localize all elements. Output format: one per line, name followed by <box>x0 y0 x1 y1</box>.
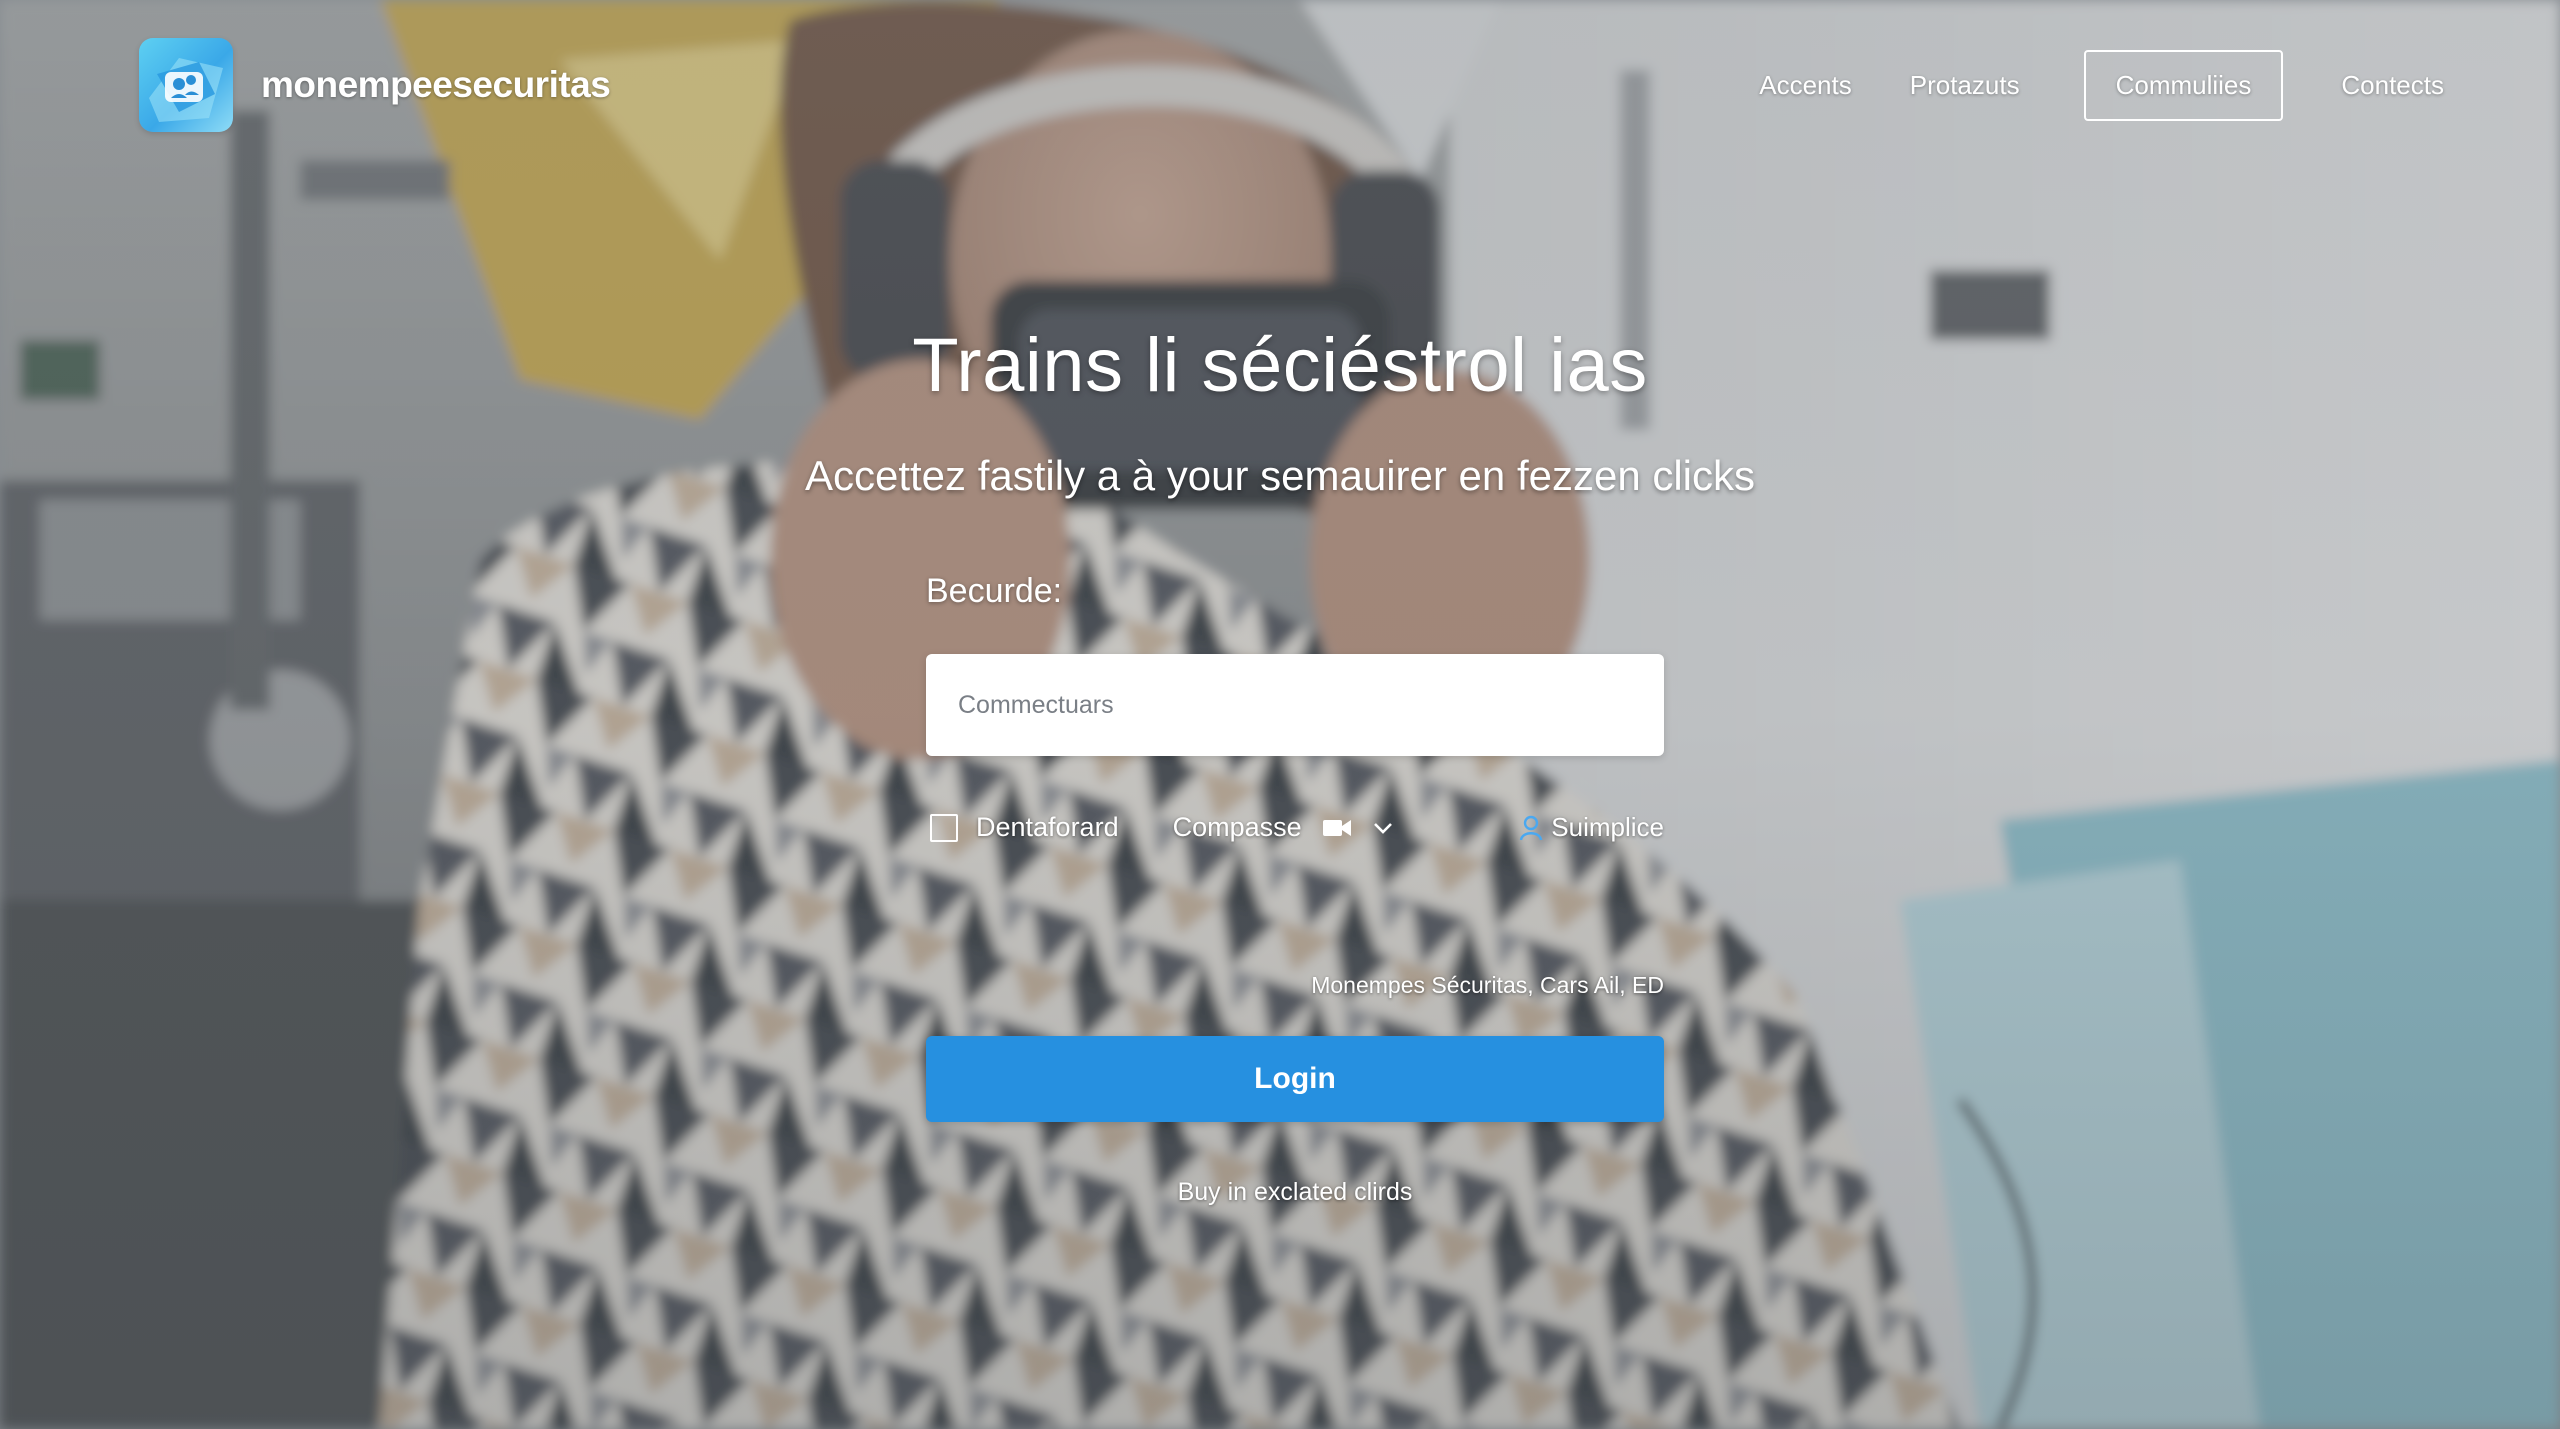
page-title: Trains li séciéstrol ias <box>912 323 1648 408</box>
dropdown-value: Compasse <box>1172 812 1302 842</box>
user-icon <box>1519 815 1543 841</box>
top-nav: Accents Protazuts Commuliies Contects <box>1759 50 2444 121</box>
bottom-link[interactable]: Buy in exclated clirds <box>926 1178 1664 1207</box>
chevron-down-icon <box>1372 821 1394 835</box>
nav-item-contects[interactable]: Contects <box>2341 58 2444 113</box>
options-row: Dentaforard Compasse Suimplice <box>930 812 1664 843</box>
brand[interactable]: monempeesecuritas <box>139 38 611 132</box>
credentials-input[interactable] <box>926 654 1664 756</box>
page-subtitle: Accettez fastily a à your semauirer en f… <box>804 452 1756 499</box>
video-camera-icon <box>1322 817 1352 839</box>
remember-label[interactable]: Dentaforard <box>976 812 1119 843</box>
suimplice-link-label: Suimplice <box>1551 812 1664 842</box>
nav-item-accents[interactable]: Accents <box>1759 58 1852 113</box>
suimplice-link[interactable]: Suimplice <box>1519 812 1664 843</box>
brand-name: monempeesecuritas <box>261 64 611 105</box>
nav-item-protazuts[interactable]: Protazuts <box>1910 58 2020 113</box>
login-button[interactable]: Login <box>926 1036 1664 1122</box>
company-footnote: Monempes Sécuritas, Cars Ail, ED <box>1311 972 1664 998</box>
remember-checkbox[interactable] <box>930 813 958 842</box>
compasse-dropdown[interactable]: Compasse <box>1173 812 1394 843</box>
field-label: Becurde: <box>926 572 1063 610</box>
people-chat-logo-icon <box>139 38 233 132</box>
nav-item-commuliies[interactable]: Commuliies <box>2083 50 2284 121</box>
login-form: Becurde: Dentaforard Compasse <box>926 572 1664 1206</box>
